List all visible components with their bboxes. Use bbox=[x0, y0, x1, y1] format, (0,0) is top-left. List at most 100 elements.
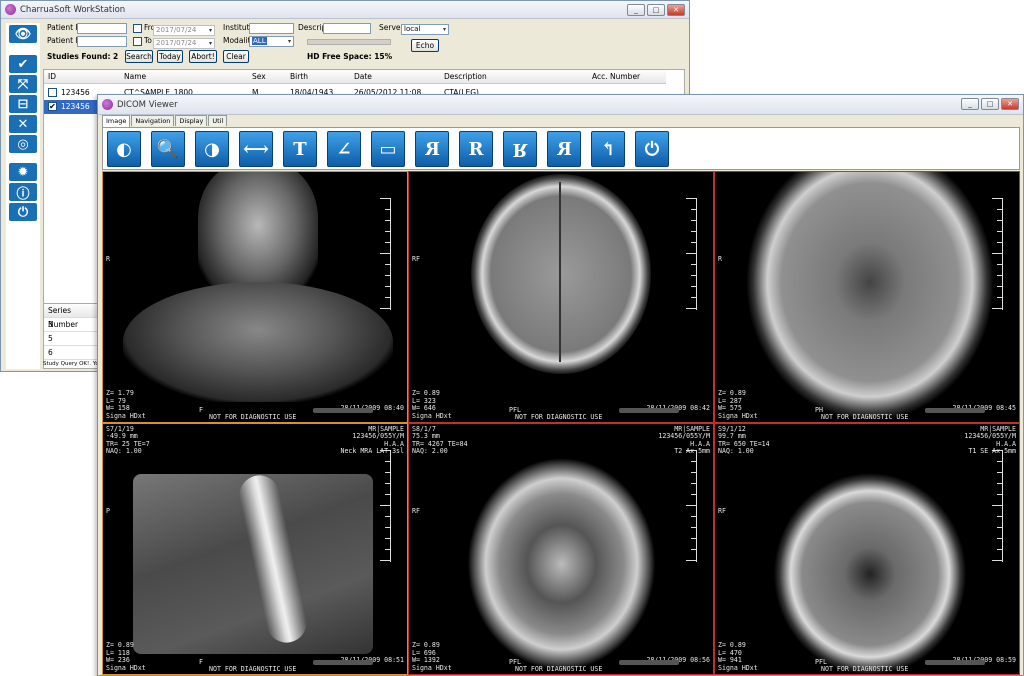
row-checkbox-checked[interactable]: ✔ bbox=[48, 102, 57, 111]
workstation-titlebar[interactable]: CharruaSoft WorkStation _ □ ✕ bbox=[1, 1, 689, 19]
measure-icon: ⟷ bbox=[243, 138, 269, 160]
image-viewport[interactable]: S9/1/12 99.7 mm TR= 650 TE=14 NAQ: 1.00 M… bbox=[714, 423, 1020, 675]
flip-horizontal-icon: R bbox=[556, 138, 572, 160]
image-viewport[interactable]: S8/1/7 75.3 mm TR= 4267 TE=84 NAQ: 2.00 M… bbox=[408, 423, 714, 675]
viewer-tabs: Image Navigation Display Util bbox=[102, 115, 228, 127]
scale-ruler bbox=[992, 198, 1003, 310]
flip-horizontal-tool-button[interactable]: R bbox=[547, 131, 581, 167]
to-date-picker[interactable]: 2017/07/24 ▾ bbox=[153, 38, 215, 49]
mri-image bbox=[409, 172, 713, 422]
search-button[interactable]: Search bbox=[125, 50, 153, 63]
series-item[interactable]: 3 bbox=[44, 318, 100, 332]
zoom-tool-button[interactable]: 🔍 bbox=[151, 131, 185, 167]
settings-icon[interactable]: ✹ bbox=[9, 163, 37, 181]
redacted-patient-info bbox=[925, 408, 985, 413]
image-viewport[interactable]: RFZ= 0.89 L= 323 W= 646 Signa HDxtPFL28/… bbox=[408, 171, 714, 423]
delete-icon[interactable]: ✕ bbox=[9, 115, 37, 133]
overlay-top-left: S8/1/7 75.3 mm TR= 4267 TE=84 NAQ: 2.00 bbox=[412, 425, 468, 456]
power-tool-button[interactable]: ⏻ bbox=[635, 131, 669, 167]
orientation-left: P bbox=[106, 507, 110, 515]
clear-button[interactable]: Clear bbox=[223, 50, 249, 63]
tab-image[interactable]: Image bbox=[102, 115, 131, 127]
scale-ruler bbox=[992, 450, 1003, 562]
expand-icon[interactable]: ⤧ bbox=[9, 75, 37, 93]
zoom-icon: 🔍 bbox=[156, 138, 180, 160]
tab-display[interactable]: Display bbox=[175, 115, 208, 126]
power-icon[interactable]: ⏻ bbox=[9, 203, 37, 221]
image-viewport[interactable]: RZ= 1.79 L= 79 W= 158 Signa HDxtF28/11/2… bbox=[102, 171, 408, 423]
minimize-button[interactable]: _ bbox=[627, 4, 645, 16]
redacted-patient-info bbox=[313, 660, 373, 665]
measure-tool-button[interactable]: ⟷ bbox=[239, 131, 273, 167]
orientation-bottom: F bbox=[199, 657, 203, 666]
reset-tool-button[interactable]: ↰ bbox=[591, 131, 625, 167]
patient-name-input[interactable] bbox=[77, 36, 127, 47]
from-date-checkbox[interactable] bbox=[133, 24, 142, 33]
description-input[interactable] bbox=[323, 23, 371, 34]
reset-icon: ↰ bbox=[600, 138, 616, 160]
workstation-sidebar: 👁 ✔ ⤧ ⊟ ✕ ◎ ✹ ⓘ ⏻ bbox=[6, 23, 40, 369]
image-viewport[interactable]: S7/1/19 -49.9 mm TR= 25 TE=7 NAQ: 1.00 MR… bbox=[102, 423, 408, 675]
tab-util[interactable]: Util bbox=[208, 115, 228, 126]
column-header-acc-number[interactable]: Acc. Number bbox=[592, 70, 640, 84]
column-header-id[interactable]: ID bbox=[48, 70, 56, 84]
flip-vertical-tool-button[interactable]: R bbox=[503, 131, 537, 167]
rotate-left-tool-button[interactable]: R bbox=[415, 131, 449, 167]
angle-icon: ∠ bbox=[336, 138, 352, 160]
roi-icon: ▭ bbox=[379, 138, 397, 160]
scale-ruler bbox=[686, 450, 697, 562]
minimize-button[interactable]: _ bbox=[961, 98, 979, 110]
series-item[interactable]: 6 bbox=[44, 346, 100, 360]
viewport-grid: RZ= 1.79 L= 79 W= 158 Signa HDxtF28/11/2… bbox=[102, 171, 1020, 675]
today-button[interactable]: Today bbox=[157, 50, 183, 63]
angle-tool-button[interactable]: ∠ bbox=[327, 131, 361, 167]
disclaimer-text: NOT FOR DIAGNOSTIC USE bbox=[515, 664, 603, 673]
close-button[interactable]: ✕ bbox=[667, 4, 685, 16]
column-header-description[interactable]: Description bbox=[444, 70, 487, 84]
column-header-name[interactable]: Name bbox=[124, 70, 146, 84]
status-text: Study Query OK!. You bbox=[43, 361, 103, 367]
split-icon[interactable]: ⊟ bbox=[9, 95, 37, 113]
viewer-title: DICOM Viewer bbox=[117, 99, 178, 110]
orientation-left: RF bbox=[412, 507, 420, 515]
column-header-sex[interactable]: Sex bbox=[252, 70, 266, 84]
column-header-birth[interactable]: Birth bbox=[290, 70, 308, 84]
patient-id-input[interactable] bbox=[77, 23, 127, 34]
workstation-title: CharruaSoft WorkStation bbox=[20, 4, 126, 15]
row-id: 123456 bbox=[61, 88, 90, 97]
redacted-patient-info bbox=[619, 408, 679, 413]
abort-button[interactable]: Abort! bbox=[189, 50, 217, 63]
scale-ruler bbox=[380, 450, 391, 562]
close-button[interactable]: ✕ bbox=[1001, 98, 1019, 110]
progress-bar bbox=[307, 39, 391, 45]
server-select[interactable]: local ▾ bbox=[401, 24, 449, 35]
orientation-bottom: F bbox=[199, 405, 203, 414]
info-icon[interactable]: ⓘ bbox=[9, 183, 37, 202]
maximize-button[interactable]: □ bbox=[981, 98, 999, 110]
roi-tool-button[interactable]: ▭ bbox=[371, 131, 405, 167]
disc-icon[interactable]: ◎ bbox=[9, 135, 37, 153]
tab-navigation[interactable]: Navigation bbox=[131, 115, 175, 126]
app-logo-icon bbox=[102, 99, 113, 110]
power-icon: ⏻ bbox=[644, 138, 660, 160]
echo-button[interactable]: Echo bbox=[411, 39, 439, 52]
maximize-button[interactable]: □ bbox=[647, 4, 665, 16]
column-header-date[interactable]: Date bbox=[354, 70, 372, 84]
window-level-tool-button[interactable]: ◐ bbox=[107, 131, 141, 167]
view-eye-icon[interactable]: 👁 bbox=[9, 25, 37, 43]
from-date-picker[interactable]: 2017/07/24 ▾ bbox=[153, 25, 215, 36]
to-date-checkbox[interactable] bbox=[133, 37, 142, 46]
institution-input[interactable] bbox=[249, 23, 294, 34]
text-tool-button[interactable]: T bbox=[283, 131, 317, 167]
app-logo-icon bbox=[5, 4, 16, 15]
rotate-right-tool-button[interactable]: R bbox=[459, 131, 493, 167]
modality-select[interactable]: ALL ▾ bbox=[249, 36, 294, 47]
image-viewport[interactable]: RZ= 0.89 L= 287 W= 575 Signa HDxtPH28/11… bbox=[714, 171, 1020, 423]
series-item[interactable]: 5 bbox=[44, 332, 100, 346]
row-checkbox[interactable] bbox=[48, 88, 57, 97]
overlay-top-right: MR|SAMPLE 123456/055Y/M H.A.A Neck MRA L… bbox=[340, 425, 404, 456]
orientation-left: RF bbox=[718, 507, 726, 515]
viewer-titlebar[interactable]: DICOM Viewer _ □ ✕ bbox=[98, 95, 1023, 115]
invert-tool-button[interactable]: ◑ bbox=[195, 131, 229, 167]
check-icon[interactable]: ✔ bbox=[9, 55, 37, 73]
